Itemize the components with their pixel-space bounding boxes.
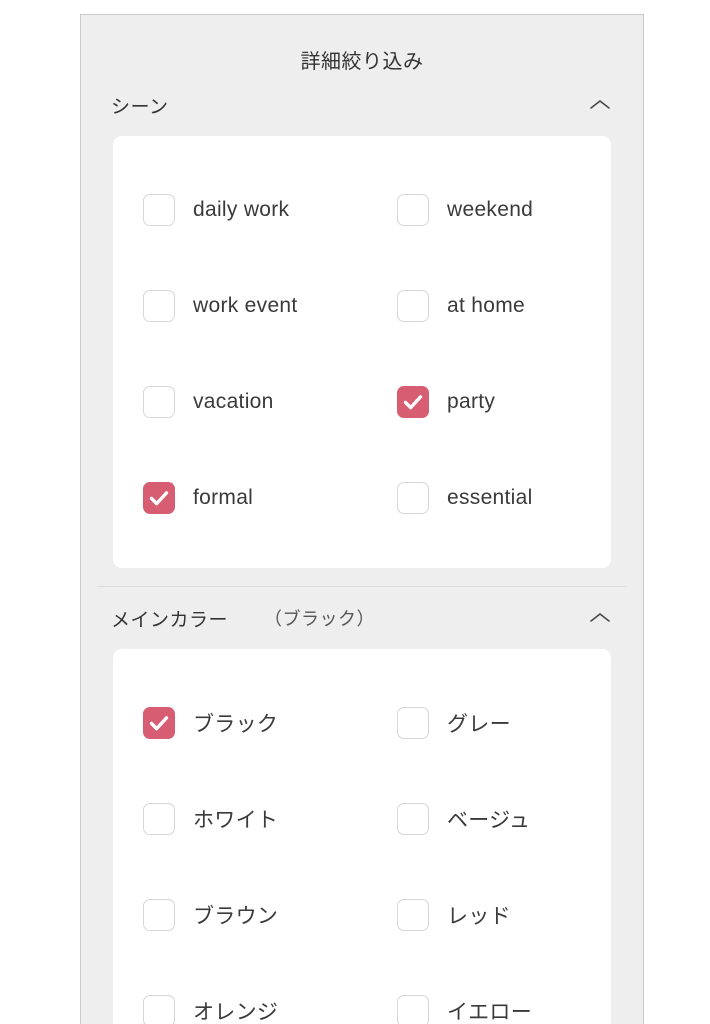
option-scene-2[interactable]: work event <box>113 258 367 354</box>
option-label: party <box>447 390 496 413</box>
option-label: daily work <box>193 198 290 221</box>
checkbox-unchecked-icon[interactable] <box>397 290 429 322</box>
option-scene-0[interactable]: daily work <box>113 162 367 258</box>
option-main-color-1[interactable]: グレー <box>367 675 611 771</box>
option-scene-5[interactable]: party <box>367 354 611 450</box>
option-main-color-5[interactable]: レッド <box>367 867 611 963</box>
checkbox-unchecked-icon[interactable] <box>143 194 175 226</box>
options-card-scene: daily work weekend work event at home vacati… <box>113 136 611 568</box>
option-label: at home <box>447 294 525 317</box>
checkmark-icon <box>403 395 423 410</box>
option-label: グレー <box>447 713 511 736</box>
page-title: 詳細絞り込み <box>300 51 424 73</box>
checkmark-icon <box>149 491 169 506</box>
option-main-color-0[interactable]: ブラック <box>113 675 367 771</box>
checkbox-unchecked-icon[interactable] <box>397 194 429 226</box>
filter-section-main-color: メインカラー （ブラック） ブラック グレーホワイト ベージュブラウン レッドオレンジ イエ… <box>81 586 643 1024</box>
checkbox-unchecked-icon[interactable] <box>143 386 175 418</box>
checkbox-unchecked-icon[interactable] <box>397 482 429 514</box>
filter-sections: シーン daily work weekend work event at home vac… <box>81 74 643 1024</box>
option-scene-1[interactable]: weekend <box>367 162 611 258</box>
option-label: イエロー <box>447 1001 532 1024</box>
checkmark-icon <box>149 716 169 731</box>
options-grid: daily work weekend work event at home vacati… <box>113 162 611 546</box>
section-header-scene[interactable]: シーン <box>81 74 643 136</box>
option-scene-7[interactable]: essential <box>367 450 611 546</box>
checkbox-unchecked-icon[interactable] <box>397 995 429 1024</box>
option-label: ホワイト <box>193 809 279 832</box>
option-scene-3[interactable]: at home <box>367 258 611 354</box>
filter-section-scene: シーン daily work weekend work event at home vac… <box>81 74 643 568</box>
checkbox-checked-icon[interactable] <box>143 482 175 514</box>
option-label: オレンジ <box>193 1001 279 1024</box>
chevron-up-icon[interactable] <box>589 98 611 112</box>
option-label: weekend <box>447 198 534 221</box>
checkbox-unchecked-icon[interactable] <box>143 995 175 1024</box>
checkbox-checked-icon[interactable] <box>397 386 429 418</box>
option-label: essential <box>447 486 533 509</box>
option-label: レッド <box>447 905 511 928</box>
filter-panel: 詳細絞り込み シーン daily work weekend work event at … <box>80 14 644 1024</box>
option-main-color-6[interactable]: オレンジ <box>113 963 367 1024</box>
screen: 詳細絞り込み シーン daily work weekend work event at … <box>0 0 710 1024</box>
section-header-main-color[interactable]: メインカラー （ブラック） <box>81 587 643 649</box>
option-main-color-2[interactable]: ホワイト <box>113 771 367 867</box>
option-main-color-7[interactable]: イエロー <box>367 963 611 1024</box>
section-title: シーン <box>111 96 169 118</box>
option-main-color-3[interactable]: ベージュ <box>367 771 611 867</box>
option-label: ブラウン <box>193 905 279 928</box>
checkbox-unchecked-icon[interactable] <box>397 707 429 739</box>
option-label: ブラック <box>193 713 279 736</box>
checkbox-checked-icon[interactable] <box>143 707 175 739</box>
option-main-color-4[interactable]: ブラウン <box>113 867 367 963</box>
option-label: ベージュ <box>447 809 531 832</box>
option-label: formal <box>193 486 254 509</box>
checkbox-unchecked-icon[interactable] <box>397 803 429 835</box>
checkbox-unchecked-icon[interactable] <box>143 290 175 322</box>
section-selected-summary: （ブラック） <box>264 609 376 629</box>
section-title: メインカラー <box>111 609 229 631</box>
option-scene-6[interactable]: formal <box>113 450 367 546</box>
option-label: vacation <box>193 390 274 413</box>
options-card-main-color: ブラック グレーホワイト ベージュブラウン レッドオレンジ イエロー <box>113 649 611 1024</box>
chevron-up-icon[interactable] <box>589 611 611 625</box>
checkbox-unchecked-icon[interactable] <box>397 899 429 931</box>
option-label: work event <box>193 294 298 317</box>
options-grid: ブラック グレーホワイト ベージュブラウン レッドオレンジ イエロー <box>113 675 611 1024</box>
checkbox-unchecked-icon[interactable] <box>143 899 175 931</box>
checkbox-unchecked-icon[interactable] <box>143 803 175 835</box>
option-scene-4[interactable]: vacation <box>113 354 367 450</box>
